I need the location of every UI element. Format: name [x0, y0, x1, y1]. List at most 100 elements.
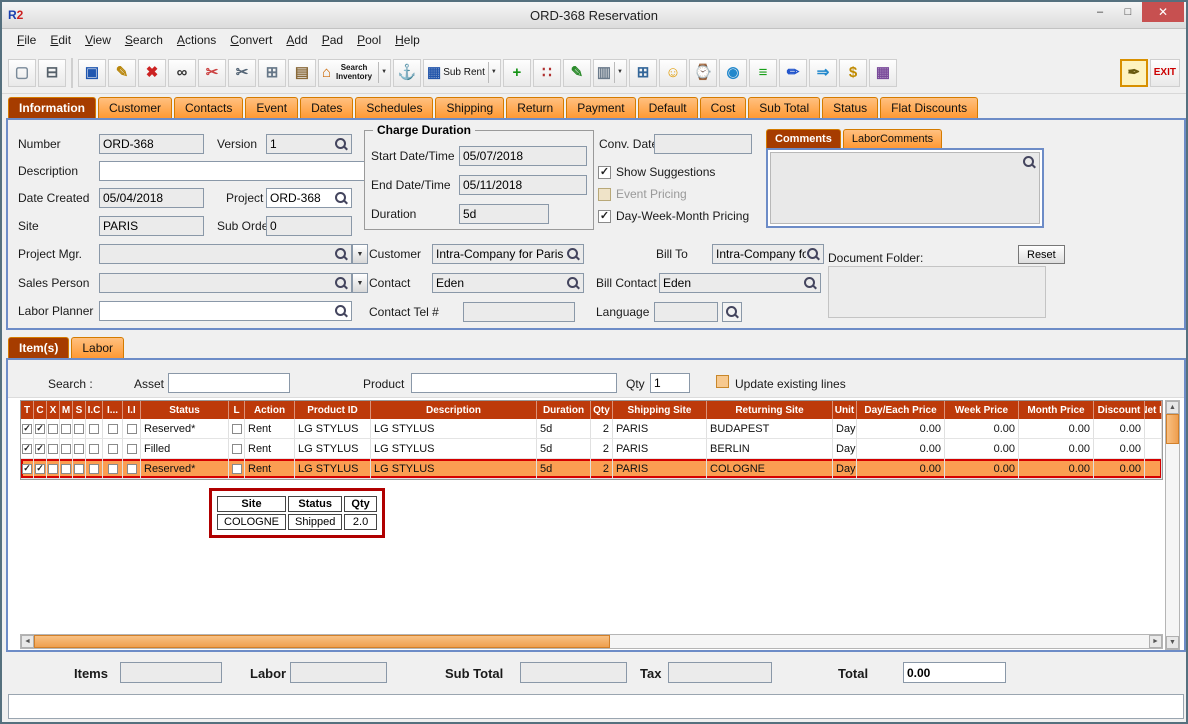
- row-checkbox[interactable]: [22, 424, 32, 434]
- tab-customer[interactable]: Customer: [98, 97, 172, 118]
- start-date-field[interactable]: 05/07/2018: [459, 146, 587, 166]
- components-icon[interactable]: ∷: [533, 59, 561, 87]
- menu-pad[interactable]: Pad: [315, 30, 350, 50]
- sub-orders-field[interactable]: 0: [266, 216, 352, 236]
- items-tab-labor[interactable]: Labor: [71, 337, 124, 358]
- row-checkbox[interactable]: [127, 444, 137, 454]
- money-icon[interactable]: $: [839, 59, 867, 87]
- vertical-scroll-thumb[interactable]: [1166, 414, 1179, 444]
- end-date-field[interactable]: 05/11/2018: [459, 175, 587, 195]
- horizontal-scroll-thumb[interactable]: [34, 635, 610, 648]
- sub-rent-button[interactable]: ▦Sub Rent: [423, 59, 501, 87]
- column-header-i[interactable]: I...: [103, 401, 123, 419]
- menu-add[interactable]: Add: [279, 30, 314, 50]
- project-mgr-field[interactable]: [99, 244, 352, 264]
- paste-icon[interactable]: ▤: [288, 59, 316, 87]
- edit-document-icon[interactable]: ✏: [779, 59, 807, 87]
- tax-field[interactable]: [668, 662, 772, 683]
- row-checkbox[interactable]: [108, 424, 118, 434]
- sub-rent-button-dropdown[interactable]: [488, 62, 497, 83]
- column-header-x[interactable]: X: [47, 401, 60, 419]
- disc-icon[interactable]: ◉: [719, 59, 747, 87]
- bill-to-field[interactable]: Intra-Company for Paris Sh: [712, 244, 824, 264]
- l-checkbox[interactable]: [232, 444, 242, 454]
- print-forms-icon[interactable]: ⊞: [629, 59, 657, 87]
- row-checkbox[interactable]: [108, 444, 118, 454]
- comments-tab-laborcomments[interactable]: LaborComments: [843, 129, 942, 148]
- row-checkbox[interactable]: [48, 424, 58, 434]
- menu-actions[interactable]: Actions: [170, 30, 223, 50]
- cut-document-icon[interactable]: ✂: [198, 59, 226, 87]
- column-header-qty[interactable]: Qty: [591, 401, 613, 419]
- column-header-net-e[interactable]: Net E: [1145, 401, 1162, 419]
- row-checkbox[interactable]: [61, 444, 71, 454]
- contact-lookup-icon[interactable]: [566, 276, 580, 290]
- ship-icon[interactable]: ⚓: [393, 59, 421, 87]
- language-field[interactable]: [654, 302, 718, 322]
- table-row[interactable]: Reserved*RentLG STYLUSLG STYLUS5d2PARISC…: [21, 459, 1162, 479]
- copies-stack-icon-dropdown[interactable]: [614, 62, 623, 83]
- document-folder-box[interactable]: [828, 266, 1046, 318]
- labor-total-field[interactable]: [290, 662, 387, 683]
- sales-person-lookup-icon[interactable]: [334, 276, 348, 290]
- search-inventory-button[interactable]: ⌂Search Inventory: [318, 59, 391, 87]
- row-checkbox[interactable]: [35, 444, 45, 454]
- search-binoculars-icon[interactable]: ∞: [168, 59, 196, 87]
- conv-date-field[interactable]: [654, 134, 752, 154]
- tab-status[interactable]: Status: [822, 97, 878, 118]
- row-checkbox[interactable]: [89, 464, 99, 474]
- contact-field[interactable]: Eden: [432, 273, 584, 293]
- items-tab-item-s[interactable]: Item(s): [8, 337, 69, 358]
- save-icon[interactable]: ▣: [78, 59, 106, 87]
- copy-icon[interactable]: ⊞: [258, 59, 286, 87]
- row-checkbox[interactable]: [89, 444, 99, 454]
- row-checkbox[interactable]: [127, 424, 137, 434]
- sales-person-field[interactable]: [99, 273, 352, 293]
- row-checkbox[interactable]: [22, 444, 32, 454]
- product-search-input[interactable]: [411, 373, 617, 393]
- duration-field[interactable]: 5d: [459, 204, 549, 224]
- language-lookup-button[interactable]: [722, 302, 742, 322]
- column-header-i-i[interactable]: I.I: [123, 401, 141, 419]
- tab-information[interactable]: Information: [8, 97, 96, 118]
- column-header-action[interactable]: Action: [245, 401, 295, 419]
- customer-lookup-icon[interactable]: [566, 247, 580, 261]
- show-suggestions-checkbox[interactable]: [598, 166, 611, 179]
- scroll-up-arrow[interactable]: [1166, 401, 1179, 414]
- edit-note-icon[interactable]: ✎: [563, 59, 591, 87]
- row-checkbox[interactable]: [74, 424, 84, 434]
- copies-stack-icon[interactable]: ▥: [593, 59, 627, 87]
- close-button[interactable]: ✕: [1142, 2, 1184, 22]
- column-header-t[interactable]: T: [21, 401, 34, 419]
- vertical-scrollbar[interactable]: [1165, 400, 1180, 650]
- column-header-discount[interactable]: Discount: [1094, 401, 1145, 419]
- column-header-unit[interactable]: Unit: [833, 401, 857, 419]
- column-header-product-id[interactable]: Product ID: [295, 401, 371, 419]
- edit-pencil-icon[interactable]: ✎: [108, 59, 136, 87]
- comments-lookup-icon[interactable]: [1022, 155, 1036, 169]
- l-checkbox[interactable]: [232, 424, 242, 434]
- scroll-left-arrow[interactable]: [21, 635, 34, 648]
- table-row[interactable]: FilledRentLG STYLUSLG STYLUS5d2PARISBERL…: [21, 439, 1162, 459]
- date-created-field[interactable]: 05/04/2018: [99, 188, 204, 208]
- tab-shipping[interactable]: Shipping: [435, 97, 504, 118]
- column-header-shipping-site[interactable]: Shipping Site: [613, 401, 707, 419]
- row-checkbox[interactable]: [35, 464, 45, 474]
- column-header-l[interactable]: L: [229, 401, 245, 419]
- column-header-s[interactable]: S: [73, 401, 86, 419]
- tab-default[interactable]: Default: [638, 97, 698, 118]
- tab-contacts[interactable]: Contacts: [174, 97, 243, 118]
- tab-flat-discounts[interactable]: Flat Discounts: [880, 97, 978, 118]
- bill-contact-field[interactable]: Eden: [659, 273, 821, 293]
- books-stack-icon[interactable]: ≡: [749, 59, 777, 87]
- row-checkbox[interactable]: [22, 464, 32, 474]
- update-existing-lines-checkbox[interactable]: [716, 375, 729, 388]
- description-field[interactable]: [99, 161, 365, 181]
- sub-total-field[interactable]: [520, 662, 627, 683]
- number-field[interactable]: ORD-368: [99, 134, 204, 154]
- tab-event[interactable]: Event: [245, 97, 298, 118]
- add-item-icon[interactable]: +: [503, 59, 531, 87]
- tab-return[interactable]: Return: [506, 97, 564, 118]
- row-checkbox[interactable]: [48, 464, 58, 474]
- row-checkbox[interactable]: [127, 464, 137, 474]
